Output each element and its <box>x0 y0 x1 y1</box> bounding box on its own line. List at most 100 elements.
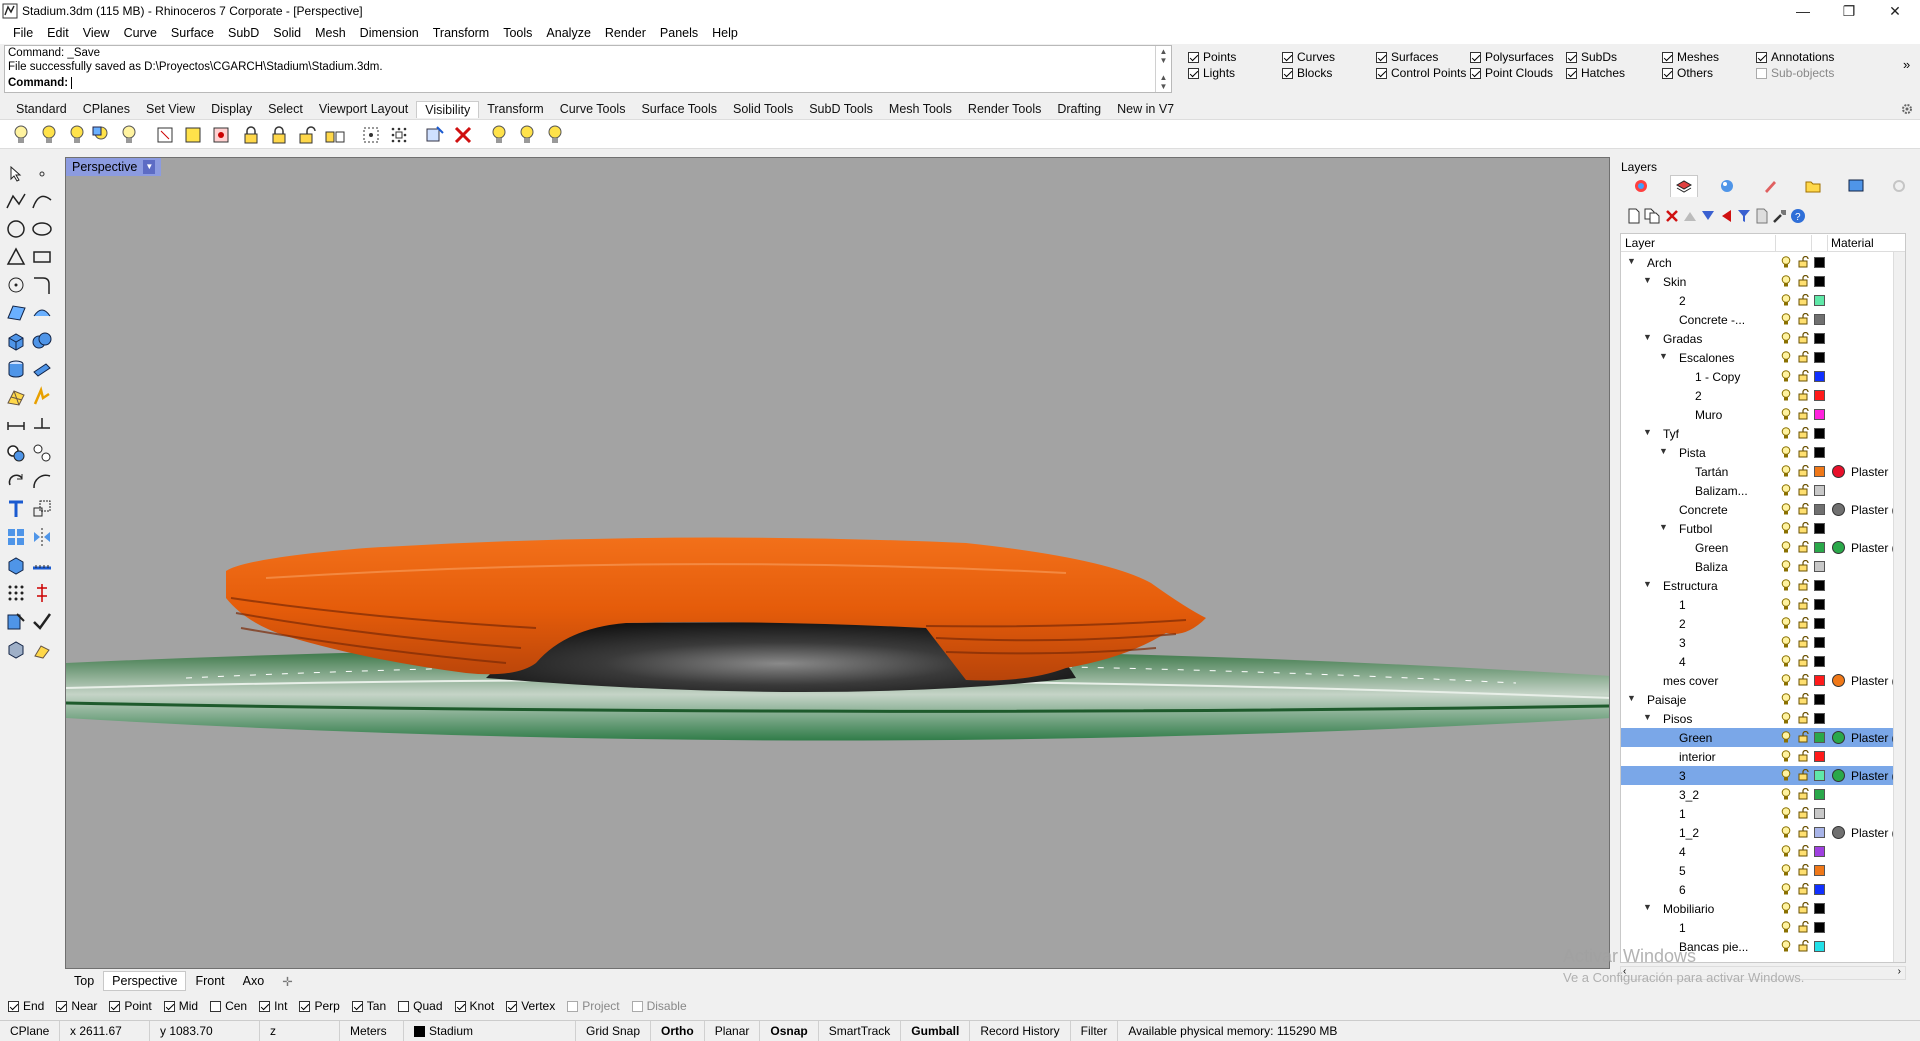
expand-chevron-icon[interactable]: ▼ <box>1643 902 1652 912</box>
properties-tab-icon[interactable] <box>1627 175 1655 197</box>
menu-solid[interactable]: Solid <box>266 26 308 40</box>
polyline-icon[interactable] <box>4 189 28 213</box>
tab-render-tools[interactable]: Render Tools <box>960 102 1049 116</box>
lock-icon[interactable] <box>1798 635 1809 651</box>
layer-color-swatch[interactable] <box>1814 428 1825 439</box>
osnap-disable[interactable]: Disable <box>631 999 687 1013</box>
lock-icon[interactable] <box>1798 502 1809 518</box>
material-icon[interactable] <box>4 637 28 661</box>
layer-row[interactable]: 4 <box>1621 842 1905 861</box>
layer-color-swatch[interactable] <box>1814 466 1825 477</box>
layer-name[interactable]: Estructura <box>1663 579 1718 593</box>
ellipse-icon[interactable] <box>30 217 54 241</box>
lightbulb-icon[interactable] <box>66 124 88 146</box>
lock-icon[interactable] <box>1798 882 1809 898</box>
dimension-icon[interactable] <box>4 413 28 437</box>
points-off-icon[interactable] <box>452 124 474 146</box>
layer-name[interactable]: 1 - Copy <box>1695 370 1740 384</box>
layer-color-swatch[interactable] <box>1814 694 1825 705</box>
status-grid-snap[interactable]: Grid Snap <box>576 1020 652 1041</box>
osnap-tan[interactable]: Tan <box>351 999 386 1013</box>
ortho-dimension-icon[interactable] <box>30 413 54 437</box>
lock-icon[interactable] <box>1798 540 1809 556</box>
layer-row[interactable]: ▼ Escalones <box>1621 348 1905 367</box>
render-tab-icon[interactable] <box>1713 175 1741 197</box>
expand-chevron-icon[interactable]: ▼ <box>1659 522 1668 532</box>
layer-name[interactable]: Concrete <box>1679 503 1728 517</box>
column-header-material[interactable]: Material <box>1831 236 1874 250</box>
layer-color-swatch[interactable] <box>1814 599 1825 610</box>
boolean-union-icon[interactable] <box>30 329 54 353</box>
layer-name[interactable]: mes cover <box>1663 674 1718 688</box>
layer-name[interactable]: Skin <box>1663 275 1686 289</box>
layer-name[interactable]: 1 <box>1679 807 1686 821</box>
material-swatch-icon[interactable] <box>1832 731 1845 744</box>
filter-hatches[interactable]: Hatches <box>1566 66 1625 80</box>
hide-objects-icon[interactable] <box>90 124 112 146</box>
tab-standard[interactable]: Standard <box>8 102 75 116</box>
menu-mesh[interactable]: Mesh <box>308 26 353 40</box>
layer-color-swatch[interactable] <box>1814 504 1825 515</box>
checkbox[interactable] <box>1756 51 1767 63</box>
filter-blocks[interactable]: Blocks <box>1282 66 1332 80</box>
menu-surface[interactable]: Surface <box>164 26 221 40</box>
block-icon[interactable] <box>4 553 28 577</box>
tools-icon[interactable] <box>1771 207 1789 225</box>
checkbox[interactable] <box>1470 51 1481 63</box>
lightbulb-icon[interactable] <box>1781 712 1791 728</box>
lightbulb-icon[interactable] <box>488 124 510 146</box>
checkbox[interactable] <box>8 1000 19 1012</box>
lock-icon[interactable] <box>1798 312 1809 328</box>
layer-row[interactable]: Tartán Plaster <box>1621 462 1905 481</box>
layer-color-swatch[interactable] <box>1814 447 1825 458</box>
checkbox[interactable] <box>1376 67 1387 79</box>
layer-row[interactable]: 1 <box>1621 804 1905 823</box>
layer-row[interactable]: 3 <box>1621 633 1905 652</box>
osnap-int[interactable]: Int <box>259 999 287 1013</box>
new-layer-icon[interactable] <box>1625 207 1643 225</box>
checkbox[interactable] <box>1566 67 1577 79</box>
layer-name[interactable]: 3 <box>1679 636 1686 650</box>
checkbox[interactable] <box>1376 51 1387 63</box>
layer-row[interactable]: ▼ Mobiliario <box>1621 899 1905 918</box>
lock-icon[interactable] <box>1798 920 1809 936</box>
layer-color-swatch[interactable] <box>1814 884 1825 895</box>
filter-surfaces[interactable]: Surfaces <box>1376 50 1438 64</box>
layer-name[interactable]: 3 <box>1679 769 1686 783</box>
layer-color-swatch[interactable] <box>1814 314 1825 325</box>
filter-control-points[interactable]: Control Points <box>1376 66 1466 80</box>
text-icon[interactable] <box>4 497 28 521</box>
tab-subd-tools[interactable]: SubD Tools <box>801 102 881 116</box>
checkbox[interactable] <box>631 1000 643 1012</box>
filter-subds[interactable]: SubDs <box>1566 50 1617 64</box>
expand-chevron-icon[interactable]: ▼ <box>1659 446 1668 456</box>
move-up-icon[interactable] <box>1681 207 1699 225</box>
layer-name[interactable]: 4 <box>1679 655 1686 669</box>
extrude-icon[interactable] <box>30 357 54 381</box>
layer-row[interactable]: 5 <box>1621 861 1905 880</box>
layer-name[interactable]: Concrete -... <box>1679 313 1745 327</box>
lightbulb-icon[interactable] <box>1781 921 1791 937</box>
checkbox[interactable] <box>398 1000 410 1012</box>
layer-color-swatch[interactable] <box>1814 523 1825 534</box>
layer-color-swatch[interactable] <box>1814 333 1825 344</box>
layer-row[interactable]: 1 <box>1621 595 1905 614</box>
grid-points-icon[interactable] <box>388 124 410 146</box>
lock-icon[interactable] <box>1798 331 1809 347</box>
layer-row[interactable]: ▼ Tyf <box>1621 424 1905 443</box>
filter-point-clouds[interactable]: Point Clouds <box>1470 66 1553 80</box>
lock-icon[interactable] <box>1798 901 1809 917</box>
checkbox[interactable] <box>299 1000 311 1012</box>
layer-color-swatch[interactable] <box>1814 371 1825 382</box>
layer-color-swatch[interactable] <box>1814 295 1825 306</box>
curve-icon[interactable] <box>30 189 54 213</box>
maximize-button[interactable]: ❐ <box>1826 0 1872 22</box>
paint-icon[interactable] <box>30 637 54 661</box>
layer-row[interactable]: 2 <box>1621 614 1905 633</box>
layer-color-swatch[interactable] <box>1814 561 1825 572</box>
layer-color-swatch[interactable] <box>1814 542 1825 553</box>
layer-color-swatch[interactable] <box>1814 827 1825 838</box>
lightbulb-icon[interactable] <box>544 124 566 146</box>
material-swatch-icon[interactable] <box>1832 769 1845 782</box>
render-icon[interactable] <box>30 385 54 409</box>
